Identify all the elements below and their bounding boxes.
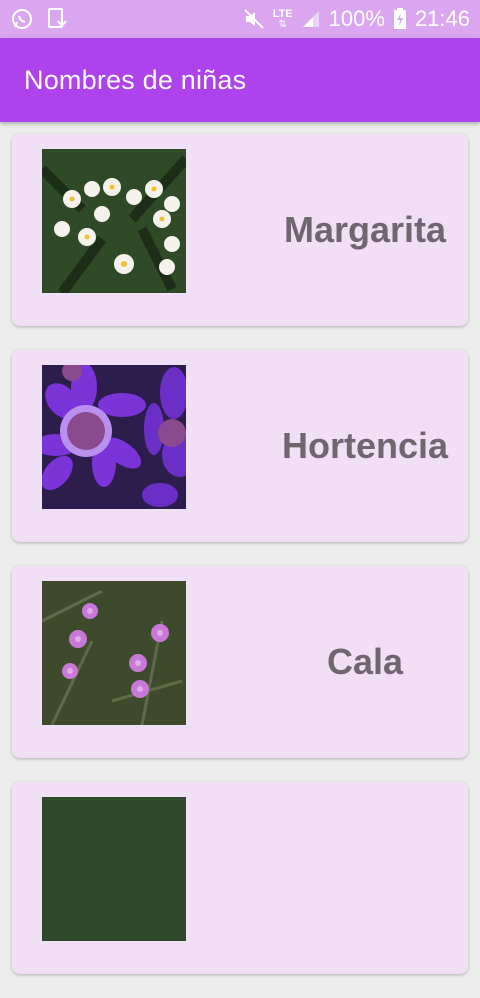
- list-item[interactable]: Hortencia: [12, 350, 468, 542]
- whatsapp-icon: [10, 7, 34, 31]
- name-label: [192, 782, 468, 974]
- app-bar: Nombres de niñas: [0, 38, 480, 122]
- list-item[interactable]: Margarita: [12, 134, 468, 326]
- battery-icon: [393, 8, 407, 30]
- name-label: Margarita: [283, 209, 447, 250]
- list-item[interactable]: [12, 782, 468, 974]
- white-flowers-photo: [42, 149, 186, 293]
- list-item[interactable]: Cala: [12, 566, 468, 758]
- network-label: LTE: [272, 7, 293, 20]
- signal-icon: [301, 9, 321, 29]
- network-type: LTE ⇅: [272, 7, 293, 30]
- download-icon: [46, 7, 68, 31]
- name-label: Cala: [326, 641, 404, 682]
- data-arrows-icon: ⇅: [278, 18, 287, 30]
- purple-daisy-photo: [42, 365, 186, 509]
- name-label: Hortencia: [281, 425, 449, 466]
- status-bar: LTE ⇅ 100% 21:46: [0, 0, 480, 38]
- clock: 21:46: [414, 6, 470, 31]
- page-title: Nombres de niñas: [24, 64, 247, 95]
- names-list: Margarita Hortencia Cala: [12, 134, 468, 998]
- battery-percent: 100%: [328, 6, 385, 31]
- pink-wildflowers-photo: [42, 581, 186, 725]
- mute-icon: [243, 8, 265, 30]
- flower-photo: [42, 797, 186, 941]
